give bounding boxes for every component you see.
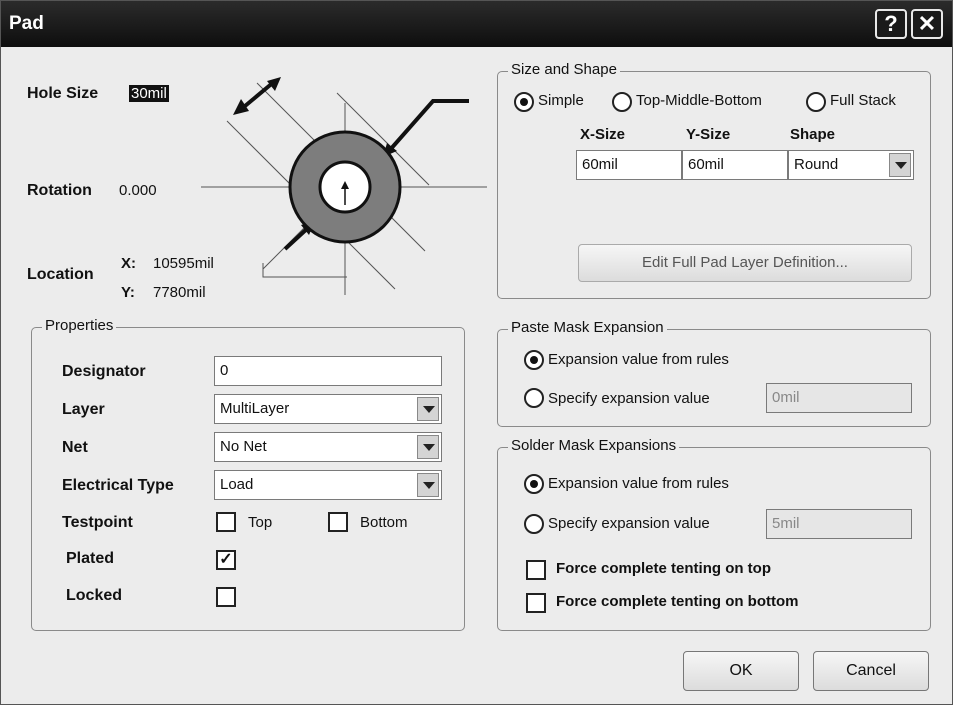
- testpoint-label: Testpoint: [62, 514, 133, 531]
- paste-value-input[interactable]: 0mil: [766, 383, 912, 413]
- net-select[interactable]: No Net: [214, 432, 442, 462]
- col-shape-header: Shape: [790, 126, 836, 143]
- shape-select[interactable]: Round: [788, 150, 914, 180]
- testpoint-bottom-label: Bottom: [360, 514, 408, 531]
- electrical-type-label: Electrical Type: [62, 477, 174, 494]
- locked-label: Locked: [66, 587, 123, 604]
- location-x-label: X:: [121, 255, 136, 272]
- paste-rules-radio[interactable]: [524, 350, 544, 370]
- plated-label: Plated: [66, 550, 115, 567]
- testpoint-top-checkbox[interactable]: [216, 512, 236, 532]
- solder-specify-radio[interactable]: [524, 514, 544, 534]
- location-label: Location: [27, 266, 94, 283]
- layer-select-value: MultiLayer: [220, 400, 290, 417]
- paste-mask-title: Paste Mask Expansion: [508, 319, 667, 336]
- chevron-down-icon[interactable]: [889, 153, 911, 177]
- chevron-down-icon[interactable]: [417, 397, 439, 421]
- layer-label: Layer: [62, 401, 105, 418]
- tent-top-label: Force complete tenting on top: [556, 560, 772, 577]
- solder-rules-label: Expansion value from rules: [548, 475, 729, 492]
- location-y-label: Y:: [121, 284, 135, 301]
- mode-fullstack-radio[interactable]: [806, 92, 826, 112]
- testpoint-top-label: Top: [248, 514, 273, 531]
- hole-size-field[interactable]: 30mil: [129, 85, 169, 102]
- y-size-input[interactable]: 60mil: [682, 150, 788, 180]
- pad-diagram: [201, 77, 487, 295]
- testpoint-bottom-checkbox[interactable]: [328, 512, 348, 532]
- electrical-type-select[interactable]: Load: [214, 470, 442, 500]
- paste-specify-label: Specify expansion value: [548, 390, 710, 407]
- tent-bottom-label: Force complete tenting on bottom: [556, 593, 799, 610]
- tent-bottom-checkbox[interactable]: [526, 593, 546, 613]
- window-title: Pad: [9, 13, 44, 34]
- hole-size-label: Hole Size: [27, 85, 99, 102]
- checkmark-icon: ✓: [219, 551, 233, 568]
- rotation-label: Rotation: [27, 182, 92, 199]
- title-bar: Pad ? ✕: [1, 1, 952, 47]
- edit-full-pad-layer-button[interactable]: Edit Full Pad Layer Definition...: [578, 244, 912, 282]
- mode-tmb-radio[interactable]: [612, 92, 632, 112]
- designator-input[interactable]: 0: [214, 356, 442, 386]
- mode-fullstack-label: Full Stack: [830, 92, 896, 109]
- plated-checkbox[interactable]: ✓: [216, 550, 236, 570]
- cancel-button[interactable]: Cancel: [813, 651, 929, 691]
- net-select-value: No Net: [220, 438, 267, 455]
- electrical-type-value: Load: [220, 476, 254, 493]
- designator-label: Designator: [62, 363, 146, 380]
- size-shape-group: Size and Shape Simple Top-Middle-Bottom …: [497, 61, 931, 299]
- col-x-size-header: X-Size: [580, 126, 626, 143]
- hole-size-value: 30mil: [129, 85, 169, 102]
- ok-button[interactable]: OK: [683, 651, 799, 691]
- col-y-size-header: Y-Size: [686, 126, 731, 143]
- solder-value-input[interactable]: 5mil: [766, 509, 912, 539]
- paste-mask-group: Paste Mask Expansion Expansion value fro…: [497, 319, 931, 427]
- mode-tmb-label: Top-Middle-Bottom: [636, 92, 762, 109]
- size-shape-title: Size and Shape: [508, 61, 620, 78]
- locked-checkbox[interactable]: [216, 587, 236, 607]
- mode-simple-label: Simple: [538, 92, 584, 109]
- help-icon[interactable]: ?: [875, 9, 907, 39]
- close-icon[interactable]: ✕: [911, 9, 943, 39]
- properties-title: Properties: [42, 317, 117, 334]
- properties-group: Properties Designator 0 Layer MultiLayer…: [31, 317, 465, 631]
- solder-rules-radio[interactable]: [524, 474, 544, 494]
- shape-select-value: Round: [794, 156, 839, 173]
- pad-dialog: Pad ? ✕ Hole Size 30mil Rotation 0.000 L…: [0, 0, 953, 705]
- chevron-down-icon[interactable]: [417, 473, 439, 497]
- chevron-down-icon[interactable]: [417, 435, 439, 459]
- paste-specify-radio[interactable]: [524, 388, 544, 408]
- x-size-input[interactable]: 60mil: [576, 150, 682, 180]
- solder-mask-group: Solder Mask Expansions Expansion value f…: [497, 437, 931, 631]
- solder-specify-label: Specify expansion value: [548, 515, 710, 532]
- rotation-value: 0.000: [119, 182, 157, 199]
- solder-mask-title: Solder Mask Expansions: [508, 437, 680, 454]
- net-label: Net: [62, 439, 88, 456]
- tent-top-checkbox[interactable]: [526, 560, 546, 580]
- layer-select[interactable]: MultiLayer: [214, 394, 442, 424]
- paste-rules-label: Expansion value from rules: [548, 351, 729, 368]
- mode-simple-radio[interactable]: [514, 92, 534, 112]
